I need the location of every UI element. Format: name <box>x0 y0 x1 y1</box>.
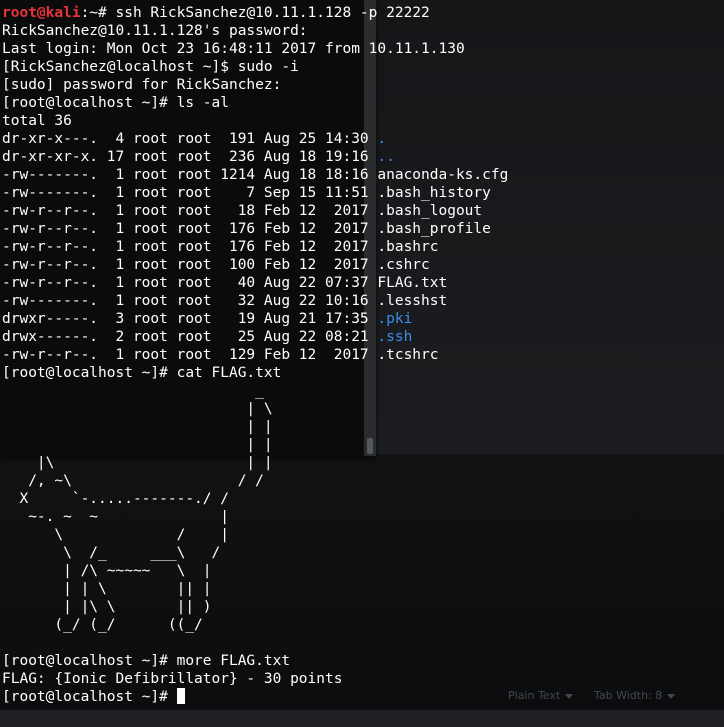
terminal-text: | | \ || | <box>2 581 212 597</box>
terminal-line: |\ | | <box>2 454 722 472</box>
terminal-line: drwx------. 2 root root 25 Aug 22 08:21 … <box>2 328 722 346</box>
terminal-line: -rw-------. 1 root root 1214 Aug 18 18:1… <box>2 166 722 184</box>
chevron-down-icon <box>565 693 574 699</box>
terminal-line: -rw-r--r--. 1 root root 18 Feb 12 2017 .… <box>2 202 722 220</box>
terminal-text: /, ~\ / / <box>2 473 264 489</box>
terminal-line: -rw-------. 1 root root 7 Sep 15 11:51 .… <box>2 184 722 202</box>
terminal-line: \ /_ ___\ / <box>2 544 722 562</box>
terminal-line: total 36 <box>2 112 722 130</box>
terminal-line: | | \ || | <box>2 580 722 598</box>
terminal-line: | |\ \ || ) <box>2 598 722 616</box>
terminal-text: drwxr-----. 3 root root 19 Aug 21 17:35 <box>2 311 378 327</box>
terminal-text: total 36 <box>2 113 72 129</box>
terminal-text: dr-xr-xr-x. 17 root root 236 Aug 18 19:1… <box>2 149 378 165</box>
terminal-line: \ / | <box>2 526 722 544</box>
text-cursor <box>176 688 185 704</box>
syntax-label: Plain Text <box>508 689 561 702</box>
terminal-line: /, ~\ / / <box>2 472 722 490</box>
terminal-output[interactable]: root@kali:~# ssh RickSanchez@10.11.1.128… <box>2 4 722 706</box>
terminal-line: [sudo] password for RickSanchez: <box>2 76 722 94</box>
terminal-line: | \ <box>2 400 722 418</box>
terminal-text: | | <box>2 419 273 435</box>
terminal-text: :~# ssh RickSanchez@10.11.1.128 -p 22222 <box>80 5 430 21</box>
terminal-text: | |\ \ || ) <box>2 599 212 615</box>
terminal-text: -rw-r--r--. 1 root root 18 Feb 12 2017 .… <box>2 203 483 219</box>
terminal-text: [sudo] password for RickSanchez: <box>2 77 282 93</box>
terminal-line: [RickSanchez@localhost ~]$ sudo -i <box>2 58 722 76</box>
terminal-line: ~-. ~ ~ | <box>2 508 722 526</box>
terminal-line: _ <box>2 382 722 400</box>
terminal-line: (_/ (_/ ((_/ <box>2 616 722 634</box>
terminal-line: RickSanchez@10.11.1.128's password: <box>2 22 722 40</box>
terminal-text: root@kali <box>2 5 81 21</box>
terminal-line: -rw-r--r--. 1 root root 176 Feb 12 2017 … <box>2 220 722 238</box>
terminal-line: root@kali:~# ssh RickSanchez@10.11.1.128… <box>2 4 722 22</box>
terminal-line: [root@localhost ~]# more FLAG.txt <box>2 652 722 670</box>
terminal-text: RickSanchez@10.11.1.128's password: <box>2 23 308 39</box>
terminal-line: | | <box>2 418 722 436</box>
terminal-line: -rw-r--r--. 1 root root 100 Feb 12 2017 … <box>2 256 722 274</box>
tab-width-label: Tab Width: 8 <box>594 689 663 702</box>
terminal-line: FLAG: {Ionic Defibrillator} - 30 points <box>2 670 722 688</box>
terminal-text: . <box>377 131 387 147</box>
terminal-line: dr-xr-x---. 4 root root 191 Aug 25 14:30… <box>2 130 722 148</box>
terminal-line: -rw-r--r--. 1 root root 40 Aug 22 07:37 … <box>2 274 722 292</box>
terminal-line: drwxr-----. 3 root root 19 Aug 21 17:35 … <box>2 310 722 328</box>
terminal-text: -rw-r--r--. 1 root root 176 Feb 12 2017 … <box>2 239 439 255</box>
syntax-dropdown[interactable]: Plain Text <box>508 687 574 705</box>
terminal-text: .pki <box>377 311 413 327</box>
terminal-line: [root@localhost ~]# ls -al <box>2 94 722 112</box>
terminal-text: |\ | | <box>2 455 273 471</box>
terminal-text: _ <box>2 383 264 399</box>
terminal-text: | | <box>2 437 273 453</box>
terminal-line: | | <box>2 436 722 454</box>
terminal-line: | /\ ~~~~~ \ | <box>2 562 722 580</box>
terminal-text: -rw-r--r--. 1 root root 100 Feb 12 2017 … <box>2 257 430 273</box>
terminal-text: [root@localhost ~]# more FLAG.txt <box>2 653 291 669</box>
terminal-text: -rw-r--r--. 1 root root 40 Aug 22 07:37 … <box>2 275 448 291</box>
terminal-text: -rw-r--r--. 1 root root 176 Feb 12 2017 … <box>2 221 491 237</box>
terminal-text: .. <box>377 149 395 165</box>
terminal-line: X `-.....-------./ / <box>2 490 722 508</box>
terminal-text: -rw-------. 1 root root 32 Aug 22 10:16 … <box>2 293 448 309</box>
terminal-line: dr-xr-xr-x. 17 root root 236 Aug 18 19:1… <box>2 148 722 166</box>
terminal-text: \ /_ ___\ / <box>2 545 221 561</box>
terminal-text: | /\ ~~~~~ \ | <box>2 563 212 579</box>
tab-width-dropdown[interactable]: Tab Width: 8 <box>594 687 676 705</box>
terminal-text: [root@localhost ~]# cat FLAG.txt <box>2 365 282 381</box>
terminal-line: -rw-r--r--. 1 root root 176 Feb 12 2017 … <box>2 238 722 256</box>
terminal-text: [root@localhost ~]# ls -al <box>2 95 229 111</box>
terminal-line: -rw-------. 1 root root 32 Aug 22 10:16 … <box>2 292 722 310</box>
terminal-text: -rw-------. 1 root root 1214 Aug 18 18:1… <box>2 167 509 183</box>
terminal-text: FLAG: {Ionic Defibrillator} - 30 points <box>2 671 343 687</box>
terminal-text: | \ <box>2 401 273 417</box>
terminal-text: .ssh <box>377 329 413 345</box>
terminal-text: Last login: Mon Oct 23 16:48:11 2017 fro… <box>2 41 465 57</box>
terminal-text: drwx------. 2 root root 25 Aug 22 08:21 <box>2 329 378 345</box>
terminal-line: -rw-r--r--. 1 root root 129 Feb 12 2017 … <box>2 346 722 364</box>
terminal-text: ~-. ~ ~ | <box>2 509 229 525</box>
terminal-text: (_/ (_/ ((_/ <box>2 617 203 633</box>
terminal-text: \ / | <box>2 527 229 543</box>
terminal-text: [root@localhost ~]# <box>2 689 177 705</box>
terminal-text: [RickSanchez@localhost ~]$ sudo -i <box>2 59 299 75</box>
editor-status-bar: Plain Text Tab Width: 8 <box>500 687 724 705</box>
terminal-line: Last login: Mon Oct 23 16:48:11 2017 fro… <box>2 40 722 58</box>
terminal-line: [root@localhost ~]# cat FLAG.txt <box>2 364 722 382</box>
terminal-text: X `-.....-------./ / <box>2 491 229 507</box>
chevron-down-icon <box>667 693 676 699</box>
terminal-text: -rw-------. 1 root root 7 Sep 15 11:51 .… <box>2 185 491 201</box>
bottom-panel <box>0 710 724 727</box>
terminal-text: -rw-r--r--. 1 root root 129 Feb 12 2017 … <box>2 347 439 363</box>
terminal-text: dr-xr-x---. 4 root root 191 Aug 25 14:30 <box>2 131 378 147</box>
